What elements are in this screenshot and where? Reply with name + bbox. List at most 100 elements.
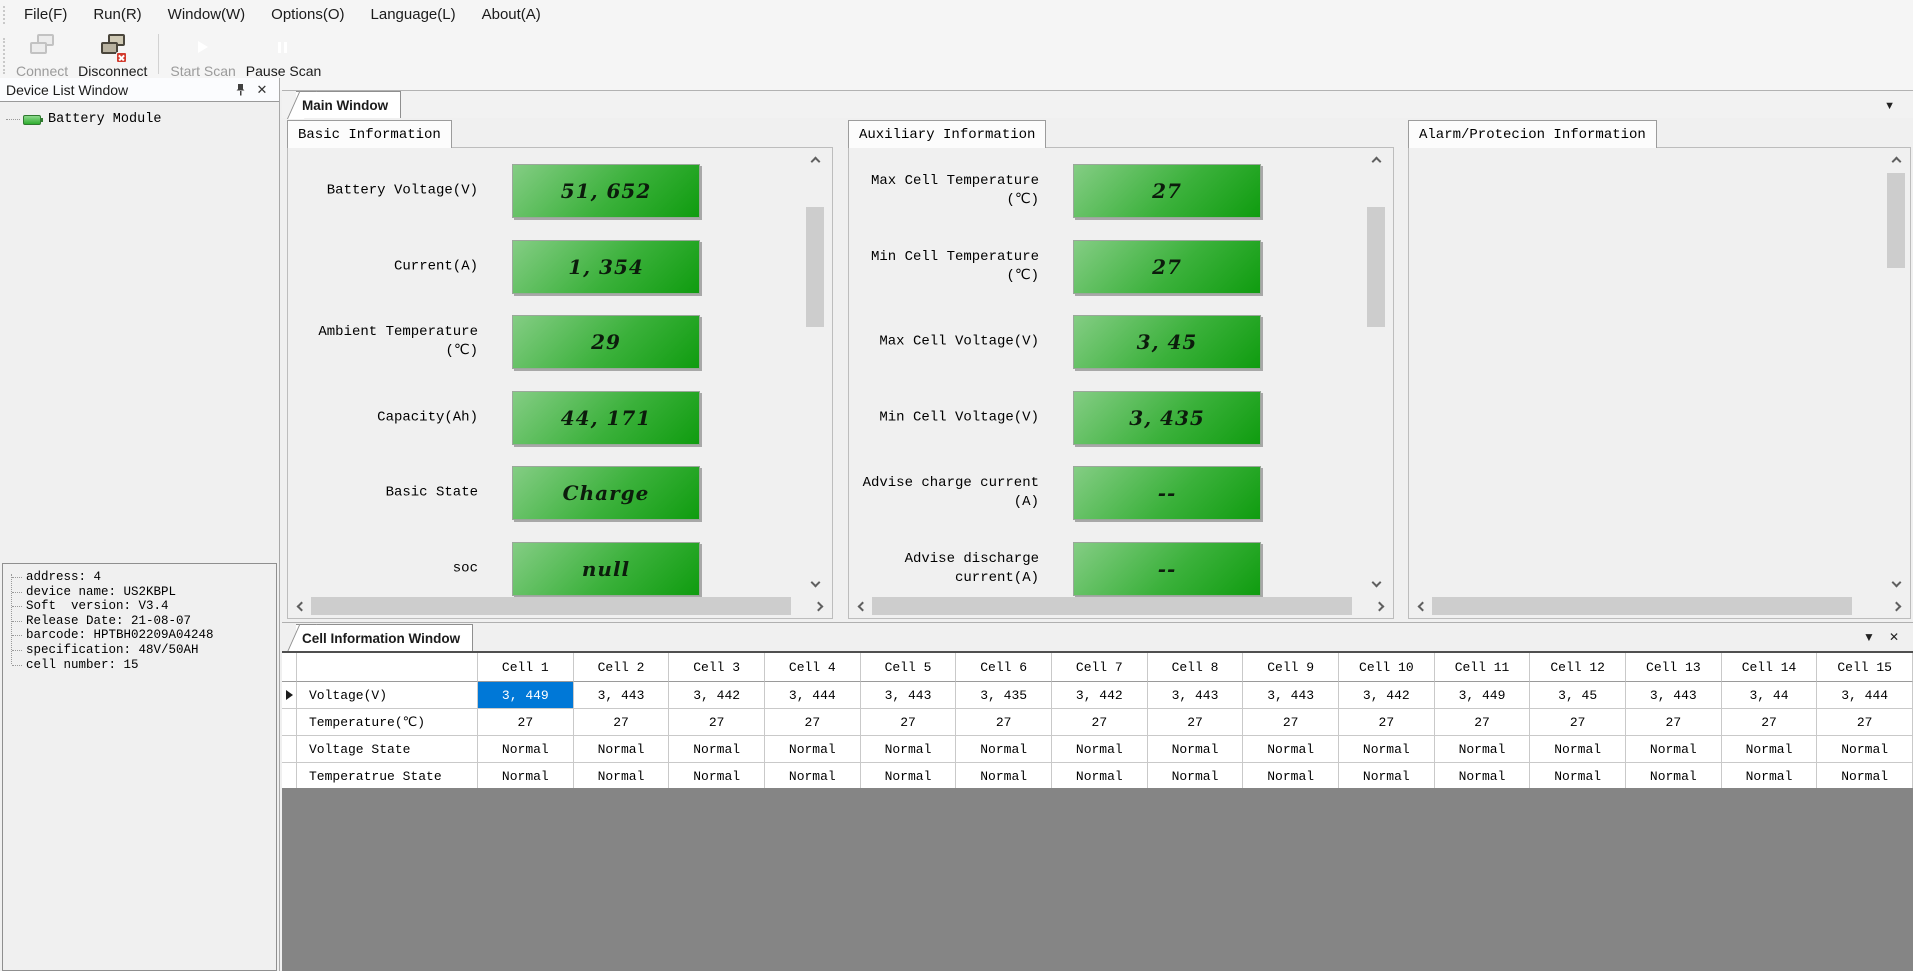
pause-scan-button[interactable]: Pause Scan <box>241 30 327 79</box>
table-cell[interactable]: 27 <box>1722 709 1818 736</box>
scroll-down-icon[interactable] <box>1887 575 1905 593</box>
basic-horizontal-scrollbar[interactable] <box>291 597 829 615</box>
scroll-up-icon[interactable] <box>806 151 824 169</box>
pin-icon[interactable] <box>229 81 251 99</box>
scrollbar-thumb[interactable] <box>311 597 791 615</box>
table-cell[interactable]: Normal <box>478 763 574 790</box>
table-cell[interactable]: 3, 442 <box>669 682 765 709</box>
menu-run[interactable]: Run(R) <box>80 0 154 30</box>
table-cell[interactable]: Normal <box>1339 736 1435 763</box>
table-cell[interactable]: 27 <box>1243 709 1339 736</box>
menu-language[interactable]: Language(L) <box>358 0 469 30</box>
table-cell[interactable]: 3, 444 <box>765 682 861 709</box>
column-header[interactable]: Cell 9 <box>1243 653 1339 682</box>
table-cell[interactable]: Normal <box>1626 736 1722 763</box>
table-cell[interactable]: Normal <box>956 736 1052 763</box>
table-cell[interactable]: Normal <box>861 736 957 763</box>
tab-cell-information-window[interactable]: Cell Information Window <box>296 624 473 651</box>
table-cell[interactable]: 27 <box>1052 709 1148 736</box>
alarm-vertical-scrollbar[interactable] <box>1887 151 1905 593</box>
table-cell[interactable]: 27 <box>1530 709 1626 736</box>
table-cell[interactable]: 27 <box>574 709 670 736</box>
row-label[interactable]: Temperature(℃) <box>297 709 478 736</box>
table-cell[interactable]: Normal <box>1052 763 1148 790</box>
table-cell[interactable]: Normal <box>1435 736 1531 763</box>
table-cell[interactable]: 27 <box>1817 709 1913 736</box>
scrollbar-thumb[interactable] <box>1367 207 1385 327</box>
scrollbar-thumb[interactable] <box>806 207 824 327</box>
table-cell[interactable]: Normal <box>861 763 957 790</box>
column-header[interactable]: Cell 1 <box>478 653 574 682</box>
scroll-right-icon[interactable] <box>1889 597 1907 615</box>
table-cell[interactable]: 27 <box>1435 709 1531 736</box>
tab-list-dropdown-icon[interactable]: ▼ <box>1884 100 1895 112</box>
tab-auxiliary-information[interactable]: Auxiliary Information <box>848 120 1046 148</box>
start-scan-button[interactable]: Start Scan <box>165 30 240 79</box>
auxiliary-vertical-scrollbar[interactable] <box>1367 151 1385 593</box>
scroll-down-icon[interactable] <box>1367 575 1385 593</box>
tree-item-battery-module[interactable]: Battery Module <box>6 112 161 127</box>
basic-vertical-scrollbar[interactable] <box>806 151 824 593</box>
table-cell[interactable]: 27 <box>765 709 861 736</box>
table-cell[interactable]: 27 <box>1148 709 1244 736</box>
table-cell[interactable]: 3, 442 <box>1052 682 1148 709</box>
tab-main-window[interactable]: Main Window <box>296 91 401 118</box>
column-header[interactable]: Cell 14 <box>1722 653 1818 682</box>
table-cell[interactable]: Normal <box>1052 736 1148 763</box>
scrollbar-thumb[interactable] <box>1432 597 1852 615</box>
column-header[interactable]: Cell 8 <box>1148 653 1244 682</box>
menu-window[interactable]: Window(W) <box>155 0 259 30</box>
table-cell[interactable]: Normal <box>1148 736 1244 763</box>
table-cell[interactable]: 27 <box>1626 709 1722 736</box>
column-header[interactable]: Cell 4 <box>765 653 861 682</box>
table-cell[interactable]: Normal <box>1435 763 1531 790</box>
table-cell[interactable]: Normal <box>1530 736 1626 763</box>
table-cell[interactable]: Normal <box>1817 736 1913 763</box>
table-cell[interactable]: Normal <box>669 763 765 790</box>
column-header[interactable]: Cell 11 <box>1435 653 1531 682</box>
table-cell[interactable]: 27 <box>861 709 957 736</box>
table-cell[interactable]: Normal <box>765 736 861 763</box>
row-label[interactable]: Temperatrue State <box>297 763 478 790</box>
column-header[interactable]: Cell 12 <box>1530 653 1626 682</box>
table-cell[interactable]: 3, 449 <box>1435 682 1531 709</box>
table-cell[interactable]: Normal <box>1722 736 1818 763</box>
table-cell[interactable]: 27 <box>669 709 765 736</box>
table-cell[interactable]: 3, 444 <box>1817 682 1913 709</box>
column-header[interactable]: Cell 7 <box>1052 653 1148 682</box>
table-cell[interactable]: Normal <box>1339 763 1435 790</box>
connect-button[interactable]: Connect <box>11 30 73 79</box>
scroll-down-icon[interactable] <box>806 575 824 593</box>
alarm-horizontal-scrollbar[interactable] <box>1412 597 1907 615</box>
table-cell[interactable]: Normal <box>478 736 574 763</box>
table-cell[interactable]: 3, 443 <box>1243 682 1339 709</box>
scroll-up-icon[interactable] <box>1887 151 1905 169</box>
table-cell[interactable]: 3, 44 <box>1722 682 1818 709</box>
table-cell[interactable]: 3, 435 <box>956 682 1052 709</box>
toolbar-grip-handle[interactable] <box>3 38 9 74</box>
menu-about[interactable]: About(A) <box>469 0 554 30</box>
scroll-right-icon[interactable] <box>1372 597 1390 615</box>
scroll-right-icon[interactable] <box>811 597 829 615</box>
scroll-left-icon[interactable] <box>1412 597 1430 615</box>
table-cell[interactable]: Normal <box>765 763 861 790</box>
cell-window-dropdown-icon[interactable]: ▼ <box>1863 630 1875 644</box>
table-cell[interactable]: Normal <box>1817 763 1913 790</box>
row-label[interactable]: Voltage State <box>297 736 478 763</box>
table-cell[interactable]: 3, 45 <box>1530 682 1626 709</box>
table-cell[interactable]: 3, 442 <box>1339 682 1435 709</box>
column-header[interactable]: Cell 2 <box>574 653 670 682</box>
column-header[interactable]: Cell 10 <box>1339 653 1435 682</box>
table-cell[interactable]: Normal <box>669 736 765 763</box>
scroll-up-icon[interactable] <box>1367 151 1385 169</box>
table-cell[interactable]: 27 <box>478 709 574 736</box>
table-cell[interactable]: Normal <box>1243 763 1339 790</box>
table-cell[interactable]: Normal <box>1626 763 1722 790</box>
auxiliary-horizontal-scrollbar[interactable] <box>852 597 1390 615</box>
column-header[interactable]: Cell 15 <box>1817 653 1913 682</box>
column-header[interactable]: Cell 3 <box>669 653 765 682</box>
table-cell[interactable]: Normal <box>1722 763 1818 790</box>
close-icon[interactable]: ✕ <box>251 81 273 99</box>
column-header[interactable]: Cell 13 <box>1626 653 1722 682</box>
cell-window-close-icon[interactable]: ✕ <box>1889 630 1899 644</box>
